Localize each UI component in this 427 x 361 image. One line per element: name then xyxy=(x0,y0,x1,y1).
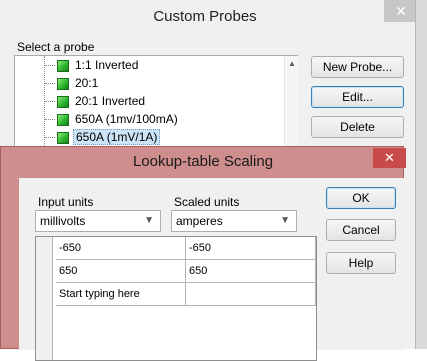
new-probe-button[interactable]: New Probe... xyxy=(311,56,404,78)
lookup-dialog-title: Lookup-table Scaling xyxy=(132,153,274,170)
tree-line xyxy=(45,65,55,66)
input-units-dropdown[interactable]: millivolts ▼ xyxy=(35,210,161,232)
row-header-column xyxy=(36,237,53,360)
help-button[interactable]: Help xyxy=(326,252,396,274)
probe-item-label: 650A (1mv/100mA) xyxy=(75,112,178,126)
probes-close-button[interactable]: ✕ xyxy=(384,0,418,22)
tree-line xyxy=(45,83,55,84)
scaled-units-label: Scaled units xyxy=(174,195,240,209)
tree-line xyxy=(45,119,55,120)
delete-button[interactable]: Delete xyxy=(311,116,404,138)
table-cell-scaled[interactable] xyxy=(186,283,316,306)
probes-window-title: Custom Probes xyxy=(153,8,257,25)
lookup-scaling-dialog: Lookup-table Scaling ✕ Input units milli… xyxy=(0,146,406,361)
scaled-units-value: amperes xyxy=(176,214,223,228)
table-cell-input[interactable]: Start typing here xyxy=(56,283,186,306)
input-units-value: millivolts xyxy=(40,214,86,228)
cancel-button[interactable]: Cancel xyxy=(326,219,396,241)
select-probe-label: Select a probe xyxy=(17,40,95,54)
probe-item-label: 20:1 xyxy=(75,76,99,90)
chevron-down-icon: ▼ xyxy=(280,215,290,226)
tree-line xyxy=(45,137,55,138)
probe-green-icon xyxy=(57,77,69,90)
list-scrollbar[interactable]: ▲ xyxy=(284,56,298,149)
ok-button[interactable]: OK xyxy=(326,187,396,209)
tree-line xyxy=(45,101,55,102)
probe-green-icon xyxy=(57,95,69,108)
probe-item-label: 20:1 Inverted xyxy=(75,94,146,108)
probe-green-icon xyxy=(57,113,69,126)
probe-tree-list[interactable]: 1:1 Inverted 20:1 20:1 Inverted 650A (1m… xyxy=(14,55,298,150)
probe-item[interactable]: 1:1 Inverted xyxy=(57,57,140,74)
probe-item[interactable]: 20:1 xyxy=(57,75,100,92)
scroll-up-icon[interactable]: ▲ xyxy=(285,57,299,71)
probe-item[interactable]: 20:1 Inverted xyxy=(57,93,147,110)
chevron-down-icon: ▼ xyxy=(144,215,154,226)
probe-green-icon xyxy=(57,59,69,72)
table-cell-input[interactable]: 650 xyxy=(56,260,186,283)
table-cell-input[interactable]: -650 xyxy=(56,237,186,260)
lookup-close-button[interactable]: ✕ xyxy=(373,148,406,168)
edit-button[interactable]: Edit... xyxy=(311,86,404,108)
tree-line xyxy=(44,56,45,150)
scaled-units-dropdown[interactable]: amperes ▼ xyxy=(171,210,297,232)
table-cell-scaled[interactable]: 650 xyxy=(186,260,316,283)
probe-item-selected[interactable]: 650A (1mV/1A) xyxy=(57,129,161,146)
window-edge xyxy=(415,0,427,349)
table-cell-scaled[interactable]: -650 xyxy=(186,237,316,260)
probe-item-label: 650A (1mV/1A) xyxy=(73,129,161,145)
lookup-table-grid[interactable]: -650 -650 650 650 Start typing here xyxy=(35,236,317,361)
lookup-dialog-body: Input units millivolts ▼ Scaled units am… xyxy=(19,178,404,361)
input-units-label: Input units xyxy=(38,195,94,209)
probe-item-label: 1:1 Inverted xyxy=(75,58,139,72)
probe-green-icon xyxy=(57,131,69,144)
probe-item[interactable]: 650A (1mv/100mA) xyxy=(57,111,180,128)
